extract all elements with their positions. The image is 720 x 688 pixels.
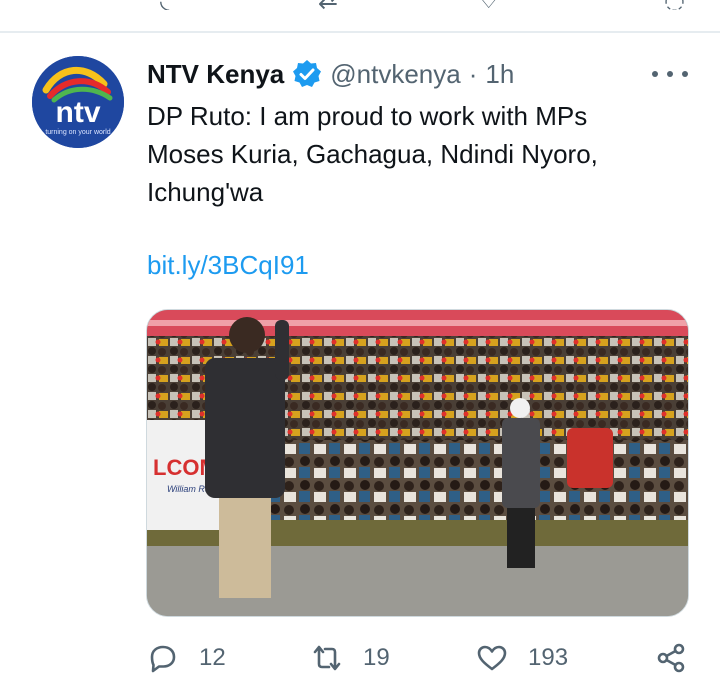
reply-count: 12	[199, 644, 226, 671]
tweet-divider	[0, 31, 720, 33]
avatar[interactable]: ntv turning on your world	[32, 56, 124, 148]
placard-subtext: William Ru	[167, 484, 210, 494]
tweet-link[interactable]: bit.ly/3BCqI91	[147, 250, 309, 281]
like-button[interactable]: 193	[476, 638, 568, 678]
retweet-count: 19	[363, 644, 390, 671]
ntv-logo-icon: ntv turning on your world	[32, 56, 124, 148]
more-options-icon[interactable]	[652, 60, 688, 88]
reply-icon	[150, 645, 176, 673]
share-icon[interactable]: ◌	[664, 0, 685, 10]
like-count: 193	[528, 644, 569, 671]
avatar-tagline: turning on your world	[45, 129, 110, 136]
share-icon	[657, 643, 685, 673]
retweet-icon	[313, 645, 341, 671]
header-separator: ·	[468, 58, 478, 89]
tweet-header: NTV Kenya @ntvkenya · 1h	[147, 56, 514, 92]
tweet-photo[interactable]: LCOM William Ru	[146, 309, 689, 617]
avatar-logo-text: ntv	[56, 96, 101, 129]
heart-icon[interactable]: ♡	[478, 0, 500, 10]
author-name[interactable]: NTV Kenya	[147, 59, 284, 90]
crowd-photo-illustration: LCOM William Ru	[147, 310, 688, 616]
reply-icon[interactable]: ◟	[160, 0, 169, 10]
retweet-button[interactable]: 19	[311, 638, 390, 678]
tweet-text: DP Ruto: I am proud to work with MPs Mos…	[147, 101, 598, 207]
reply-button[interactable]: 12	[147, 638, 226, 678]
author-handle[interactable]: @ntvkenya	[330, 59, 460, 90]
previous-tweet-actions: ◟ ⇄ ♡ ◌	[0, 0, 720, 10]
verified-badge-icon	[292, 59, 322, 89]
share-button[interactable]	[655, 638, 687, 678]
heart-icon	[477, 645, 507, 671]
tweet-action-bar: 12 19 193	[0, 638, 720, 678]
retweet-icon[interactable]: ⇄	[318, 0, 338, 10]
tweet-timestamp[interactable]: 1h	[485, 59, 514, 90]
